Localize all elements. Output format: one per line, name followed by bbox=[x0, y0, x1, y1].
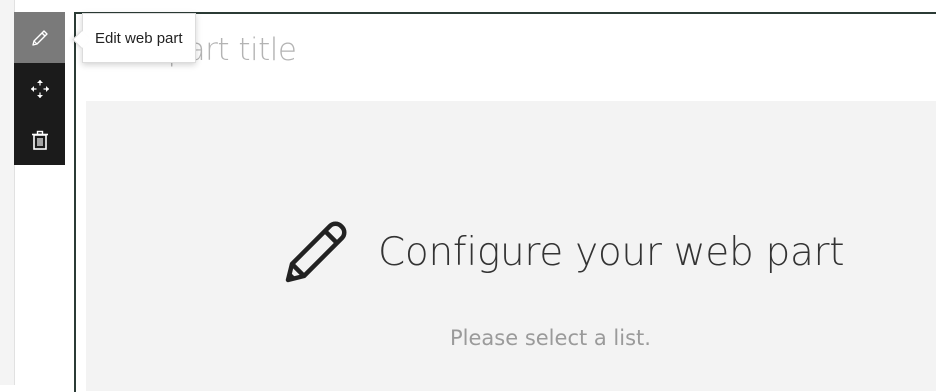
pencil-icon bbox=[29, 27, 51, 49]
configure-icon-wrap bbox=[284, 218, 350, 289]
move-webpart-button[interactable] bbox=[14, 63, 65, 114]
webpart-toolbar bbox=[14, 12, 65, 165]
canvas-gutter bbox=[0, 0, 15, 385]
trash-icon bbox=[29, 129, 51, 151]
move-icon bbox=[29, 78, 51, 100]
large-pencil-icon bbox=[284, 218, 350, 289]
edit-webpart-button[interactable] bbox=[14, 12, 65, 63]
configure-heading: Configure your web part bbox=[378, 230, 845, 275]
edit-webpart-tooltip: Edit web part bbox=[72, 13, 196, 63]
delete-webpart-button[interactable] bbox=[14, 114, 65, 165]
configure-description: Please select a list. bbox=[450, 326, 651, 350]
tooltip-text: Edit web part bbox=[95, 29, 183, 47]
